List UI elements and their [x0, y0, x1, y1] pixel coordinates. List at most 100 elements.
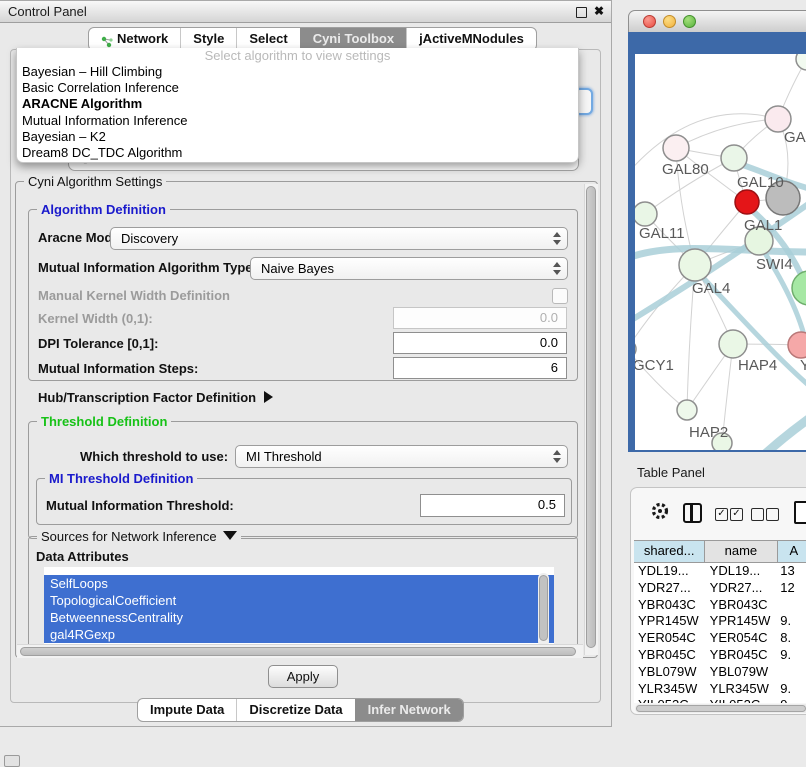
node-label-gal80: GAL80	[662, 161, 709, 178]
mi-threshold-label: Mutual Information Threshold:	[46, 498, 234, 513]
float-window-icon[interactable]	[576, 7, 587, 18]
scrollbar-thumb[interactable]	[539, 575, 548, 641]
node-label-y: Y	[800, 357, 806, 374]
combobox-stepper-icon	[553, 261, 561, 276]
minimize-traffic-light[interactable]	[663, 15, 676, 28]
attributes-list-scrollbar[interactable]	[538, 573, 549, 647]
network-node[interactable]	[796, 54, 806, 70]
select-unchecked-icon[interactable]	[766, 508, 779, 521]
sources-title-text: Sources for Network Inference	[41, 529, 217, 544]
control-panel-titlebar: Control Panel ✖	[0, 1, 611, 23]
hub-definition-toggle[interactable]: Hub/Transcription Factor Definition	[38, 390, 273, 405]
table-row[interactable]: YBL079WYBL079W	[634, 664, 806, 681]
dpi-tolerance-field[interactable]: 0.0	[393, 332, 567, 354]
algorithm-option-dream8-dc-tdc-algorithm[interactable]: Dream8 DC_TDC Algorithm	[17, 145, 578, 161]
network-node[interactable]	[792, 271, 806, 305]
table-cell: YDR27...	[634, 580, 706, 597]
panel-grip[interactable]	[4, 755, 20, 767]
table-row[interactable]: YER054CYER054C8.	[634, 630, 806, 647]
network-node-gcy1[interactable]	[635, 340, 636, 358]
zoom-traffic-light[interactable]	[683, 15, 696, 28]
network-node-hap2[interactable]	[677, 400, 697, 420]
network-node-gal4[interactable]	[679, 249, 711, 281]
table-row[interactable]: YPR145WYPR145W9.	[634, 613, 806, 630]
table-row[interactable]: YIL052CYIL052C9	[634, 697, 806, 703]
network-node-gal11[interactable]	[635, 202, 657, 226]
which-threshold-combobox[interactable]: MI Threshold	[235, 445, 568, 468]
apply-button[interactable]: Apply	[268, 665, 338, 688]
network-edge[interactable]	[676, 119, 778, 148]
algorithm-option-mutual-information-inference[interactable]: Mutual Information Inference	[17, 113, 578, 129]
manual-kernel-checkbox[interactable]	[552, 288, 568, 304]
aracne-mode-combobox[interactable]: Discovery	[110, 227, 568, 250]
scrollbar-thumb[interactable]	[636, 705, 806, 712]
tab-network[interactable]: Network	[89, 28, 180, 50]
tab-label: jActiveMNodules	[419, 28, 524, 50]
table-cell: YDL19...	[706, 563, 779, 580]
table-horizontal-scrollbar[interactable]	[635, 704, 806, 713]
node-label-gal10: GAL10	[737, 174, 784, 191]
network-node-hap4[interactable]	[719, 330, 747, 358]
column-header-name[interactable]: name	[705, 541, 777, 562]
kernel-width-field[interactable]: 0.0	[393, 307, 567, 329]
algorithm-option-aracne-algorithm[interactable]: ARACNE Algorithm	[17, 96, 578, 112]
tab-label: Cyni Toolbox	[313, 28, 394, 50]
tab-infer-network[interactable]: Infer Network	[355, 699, 463, 721]
network-node-gal1[interactable]	[735, 190, 759, 214]
table-cell: YDR27...	[706, 580, 779, 597]
attribute-item-selfloops[interactable]: SelfLoops	[44, 575, 554, 592]
select-checked-icon[interactable]: ✓	[730, 508, 743, 521]
gear-icon[interactable]	[649, 499, 671, 523]
table-row[interactable]: YBR043CYBR043C	[634, 597, 806, 614]
tab-impute-data[interactable]: Impute Data	[138, 699, 236, 721]
table-row[interactable]: YDL19...YDL19...13	[634, 563, 806, 580]
table-header: shared...nameA	[634, 540, 806, 563]
tab-select[interactable]: Select	[236, 28, 299, 50]
attribute-item-topologicalcoefficient[interactable]: TopologicalCoefficient	[44, 592, 554, 609]
settings-vertical-scrollbar[interactable]	[584, 184, 598, 655]
node-label-hap2: HAP2	[689, 424, 728, 441]
column-header-a[interactable]: A	[778, 541, 806, 562]
scrollbar-thumb[interactable]	[20, 647, 576, 656]
settings-horizontal-scrollbar[interactable]	[17, 644, 583, 658]
attribute-item-betweennesscentrality[interactable]: BetweennessCentrality	[44, 609, 554, 626]
close-traffic-light[interactable]	[643, 15, 656, 28]
sources-group-title[interactable]: Sources for Network Inference	[37, 529, 241, 544]
mi-steps-label: Mutual Information Steps:	[38, 361, 198, 376]
network-edge[interactable]	[765, 404, 806, 450]
network-icon	[101, 33, 113, 45]
table-cell: 13	[778, 563, 806, 580]
columns-icon[interactable]	[683, 503, 702, 523]
scrollbar-thumb[interactable]	[586, 186, 596, 648]
node-label-hap4: HAP4	[738, 357, 777, 374]
algorithm-option-basic-correlation-inference[interactable]: Basic Correlation Inference	[17, 80, 578, 96]
network-node-gal10[interactable]	[721, 145, 747, 171]
manual-kernel-label: Manual Kernel Width Definition	[38, 288, 230, 303]
document-icon[interactable]	[794, 501, 806, 524]
table-cell	[778, 597, 806, 614]
algorithm-dropdown-placeholder: Select algorithm to view settings	[17, 48, 578, 64]
tab-jactivemnodules[interactable]: jActiveMNodules	[406, 28, 536, 50]
column-header-shared[interactable]: shared...	[634, 541, 705, 562]
control-panel-window: Control Panel ✖ NetworkStyleSelect Cyni T…	[0, 0, 612, 727]
attribute-item-gal4rgexp[interactable]: gal4RGexp	[44, 626, 554, 643]
close-icon[interactable]: ✖	[594, 1, 604, 22]
table-row[interactable]: YBR045CYBR045C9.	[634, 647, 806, 664]
tab-cyni-toolbox[interactable]: Cyni Toolbox	[300, 28, 406, 50]
table-row[interactable]: YLR345WYLR345W9.	[634, 681, 806, 698]
algorithm-option-bayesian-hill-climbing[interactable]: Bayesian – Hill Climbing	[17, 64, 578, 80]
table-cell: YLR345W	[706, 681, 779, 698]
select-checked-icon[interactable]: ✓	[715, 508, 728, 521]
table-row[interactable]: YDR27...YDR27...12	[634, 580, 806, 597]
mi-steps-field[interactable]: 6	[393, 357, 567, 379]
select-unchecked-icon[interactable]	[751, 508, 764, 521]
table-cell: YER054C	[706, 630, 779, 647]
tab-style[interactable]: Style	[180, 28, 236, 50]
algorithm-option-bayesian-k2[interactable]: Bayesian – K2	[17, 129, 578, 145]
network-node-y[interactable]	[788, 332, 806, 358]
mi-type-combobox[interactable]: Naive Bayes	[250, 257, 568, 280]
mi-threshold-field[interactable]: 0.5	[420, 494, 565, 517]
network-node-gal80[interactable]	[663, 135, 689, 161]
tab-discretize-data[interactable]: Discretize Data	[236, 699, 354, 721]
network-canvas[interactable]: GALGAL80GAL10GAL1GAL11SWI4GAL4GCY1HAP4YH…	[635, 54, 806, 450]
